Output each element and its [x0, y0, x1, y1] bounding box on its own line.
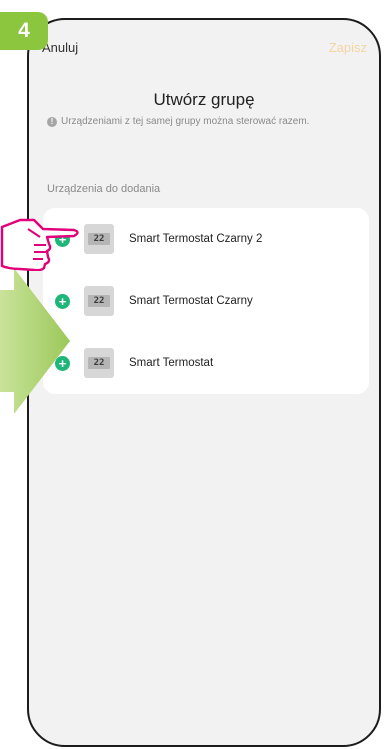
save-button[interactable]: Zapisz [329, 40, 367, 55]
info-text: Urządzeniami z tej samej grupy można ste… [61, 116, 310, 127]
pointing-hand-icon [0, 218, 79, 271]
thumbnail-display: 22 [88, 357, 110, 369]
list-item[interactable]: + 22 Smart Termostat Czarny [43, 270, 369, 332]
phone-frame: Anuluj Zapisz Utwórz grupę ! Urządzeniam… [27, 18, 381, 747]
top-bar: Anuluj Zapisz [29, 20, 379, 68]
info-hint: ! Urządzeniami z tej samej grupy można s… [47, 116, 371, 127]
list-item[interactable]: + 22 Smart Termostat Czarny 2 [43, 208, 369, 270]
step-badge: 4 [0, 12, 48, 50]
thumbnail-display: 22 [88, 233, 110, 245]
page-title: Utwórz grupę [153, 90, 255, 109]
thumbnail-display: 22 [88, 295, 110, 307]
device-name: Smart Termostat Czarny [129, 295, 253, 307]
thermostat-thumbnail: 22 [84, 224, 114, 254]
list-item[interactable]: + 22 Smart Termostat [43, 332, 369, 394]
device-name: Smart Termostat [129, 357, 214, 369]
thermostat-thumbnail: 22 [84, 286, 114, 316]
section-label: Urządzenia do dodania [47, 183, 161, 195]
thermostat-thumbnail: 22 [84, 348, 114, 378]
info-icon: ! [47, 116, 57, 127]
hint-arrow [0, 268, 70, 414]
device-list: + 22 Smart Termostat Czarny 2 + 22 Smart… [43, 208, 369, 394]
device-name: Smart Termostat Czarny 2 [129, 233, 263, 245]
